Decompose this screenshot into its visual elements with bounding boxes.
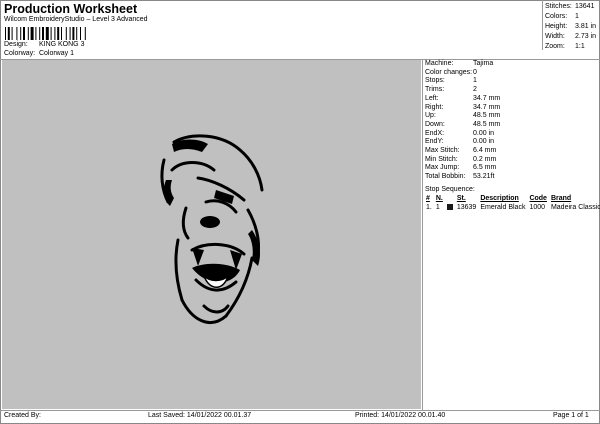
property-value: 6.5 mm xyxy=(473,164,497,172)
property-row: Color changes:0 xyxy=(425,69,500,78)
property-row: Up: 48.5 mm xyxy=(425,112,500,121)
property-value: 0.2 mm xyxy=(473,155,497,163)
col-index: # xyxy=(426,195,430,202)
property-value: 1 xyxy=(473,77,477,85)
property-label: Trims: xyxy=(425,86,445,94)
colorway-row: Colorway: Colorway 1 xyxy=(4,50,74,57)
design-label: Design: xyxy=(4,41,28,48)
zoom-label: Zoom: xyxy=(545,43,565,50)
colorway-label: Colorway: xyxy=(4,50,36,57)
panel-divider xyxy=(422,59,423,410)
height-value: 3.81 in xyxy=(575,23,597,30)
stitches-value: 13641 xyxy=(575,3,595,10)
property-value: 34.7 mm xyxy=(473,103,501,111)
page-title: Production Worksheet xyxy=(4,2,138,16)
property-label: Max Stitch: xyxy=(425,147,460,155)
property-value: 0.00 in xyxy=(473,138,495,146)
row-swatch xyxy=(445,203,455,212)
property-label: Stops: xyxy=(425,77,445,85)
table-header-row: # N. St. Description Code Brand xyxy=(424,194,600,203)
width-value: 2.73 in xyxy=(575,33,597,40)
property-value: 6.4 mm xyxy=(473,147,497,155)
stitches-label: Stitches: xyxy=(545,3,572,10)
row-stitches: 13639 xyxy=(456,204,477,211)
property-value: 2 xyxy=(473,86,477,94)
stop-sequence-title: Stop Sequence: xyxy=(425,186,475,193)
col-swatch xyxy=(445,194,455,203)
property-row: Right: 34.7 mm xyxy=(425,104,500,113)
property-row: Left: 34.7 mm xyxy=(425,95,500,104)
property-label: EndX: xyxy=(425,129,445,137)
colors-value: 1 xyxy=(575,13,579,20)
zoom-value: 1:1 xyxy=(575,43,585,50)
table-row: 1. 1 13639 Emerald Black 1000 Madeira Cl… xyxy=(424,203,600,212)
summary-block: Stitches: 13641 Colors: 1 Height: 3.81 in W… xyxy=(545,2,596,52)
property-label: Total Bobbin: xyxy=(425,173,466,181)
property-row: Max Stitch: 6.4 mm xyxy=(425,147,500,156)
property-value: 34.7 mm xyxy=(473,94,501,102)
row-code: 1000 xyxy=(529,204,546,211)
design-preview xyxy=(2,60,421,409)
property-row: Stops: 1 xyxy=(425,77,500,86)
gorilla-head-icon xyxy=(160,134,264,325)
property-value: 48.5 mm xyxy=(473,112,501,120)
property-label: EndY: xyxy=(425,138,444,146)
row-brand: Madeira Classic 40 xyxy=(550,204,600,211)
row-description: Emerald Black xyxy=(480,204,526,211)
property-value: 48.5 mm xyxy=(473,120,501,128)
software-subtitle: Wilcom EmbroideryStudio – Level 3 Advanc… xyxy=(4,16,148,23)
property-row: Max Jump: 6.5 mm xyxy=(425,164,500,173)
colorway-value: Colorway 1 xyxy=(38,50,74,57)
property-label: Left: xyxy=(425,94,439,102)
property-row: Trims: 2 xyxy=(425,86,500,95)
col-brand: Brand xyxy=(550,195,572,202)
col-code: Code xyxy=(529,195,547,202)
created-by: Created By: xyxy=(4,412,41,419)
property-row: Total Bobbin: 53.21ft xyxy=(425,173,500,182)
property-label: Up: xyxy=(425,112,436,120)
row-index: 1. xyxy=(426,204,432,211)
property-row: EndX: 0.00 in xyxy=(425,130,500,139)
properties-list: Machine: Tajima Color changes:0 Stops: 1 Trim… xyxy=(425,60,500,182)
property-row: Machine: Tajima xyxy=(425,60,500,69)
stop-sequence-table: # N. St. Description Code Brand 1. 1 136… xyxy=(424,194,600,212)
footer-divider xyxy=(0,410,600,411)
width-label: Width: xyxy=(545,33,565,40)
property-label: Down: xyxy=(425,120,445,128)
height-label: Height: xyxy=(545,23,568,30)
col-needle: N. xyxy=(435,195,443,202)
barcode xyxy=(5,27,86,40)
design-value: KING KONG 3 xyxy=(38,41,85,48)
property-value: 53.21ft xyxy=(473,173,495,181)
printed-date: Printed: 14/01/2022 00.01.40 xyxy=(355,412,446,419)
col-stitches: St. xyxy=(456,195,466,202)
summary-divider xyxy=(542,0,543,50)
color-swatch xyxy=(446,204,453,211)
col-description: Description xyxy=(480,195,519,202)
colors-label: Colors: xyxy=(545,13,568,20)
property-value: 0.00 in xyxy=(473,129,495,137)
property-label: Max Jump: xyxy=(425,164,460,172)
last-saved: Last Saved: 14/01/2022 00.01.37 xyxy=(148,412,252,419)
property-label: Min Stitch: xyxy=(425,155,458,163)
page-number: Page 1 of 1 xyxy=(553,412,589,419)
property-label: Right: xyxy=(425,103,444,111)
property-value: Tajima xyxy=(473,60,494,67)
property-label: Machine: xyxy=(425,60,454,67)
property-value: 0 xyxy=(473,68,477,76)
row-needle: 1 xyxy=(435,204,440,211)
design-row: Design: KING KONG 3 xyxy=(4,41,84,48)
property-label: Color changes: xyxy=(425,68,473,76)
property-row: EndY: 0.00 in xyxy=(425,138,500,147)
property-row: Min Stitch: 0.2 mm xyxy=(425,156,500,165)
property-row: Down: 48.5 mm xyxy=(425,121,500,130)
